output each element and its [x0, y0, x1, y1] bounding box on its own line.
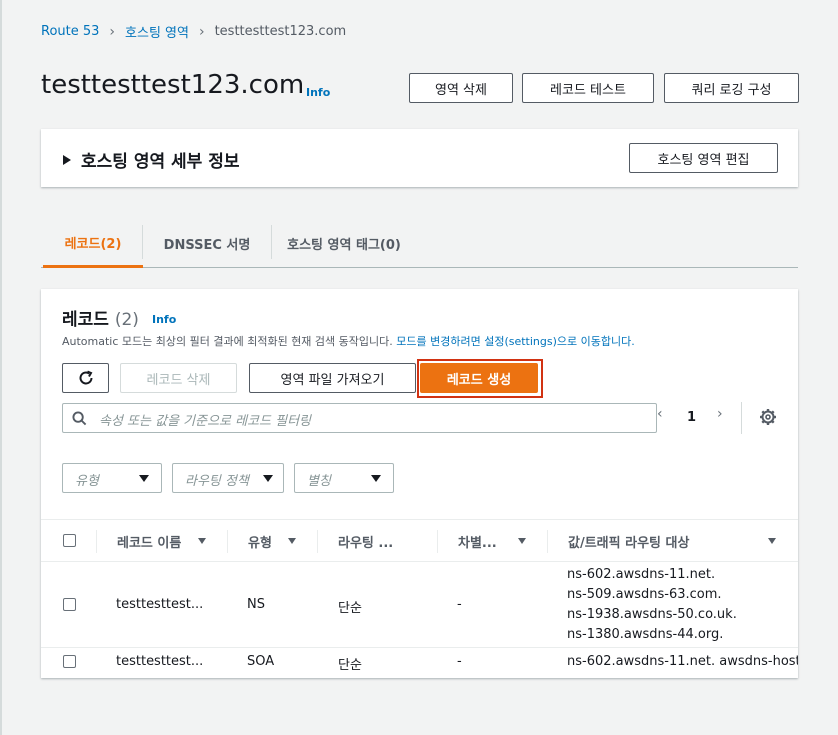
search-icon	[72, 411, 87, 426]
search-placeholder: 속성 또는 값을 기준으로 레코드 필터링	[99, 414, 312, 429]
create-record-highlight	[417, 359, 543, 398]
breadcrumb-hosted-zones[interactable]: 호스팅 영역	[125, 22, 189, 41]
caret-right-icon	[63, 154, 71, 165]
sort-icon[interactable]	[198, 538, 206, 544]
query-logging-button[interactable]: 쿼리 로깅 구성	[664, 73, 799, 103]
record-value: ns-602.awsdns-11.net.	[567, 567, 716, 582]
col-type[interactable]: 유형	[248, 532, 272, 551]
pager-divider	[741, 402, 742, 434]
delete-zone-button[interactable]: 영역 삭제	[409, 73, 513, 103]
record-differentiator: -	[457, 597, 462, 612]
record-type: SOA	[247, 654, 275, 669]
tab-records[interactable]: 레코드(2)	[43, 219, 143, 268]
col-differentiator[interactable]: 차별...	[458, 532, 497, 551]
records-info-link[interactable]: Info	[152, 313, 176, 326]
test-record-button[interactable]: 레코드 테스트	[522, 73, 654, 103]
routing-filter-label: 라우팅 정책	[185, 474, 249, 489]
records-title: 레코드	[62, 310, 109, 330]
table-row[interactable]: testtesttest... SOA 단순 - ns-602.awsdns-1…	[41, 648, 798, 678]
row-checkbox[interactable]	[63, 598, 76, 611]
alias-filter-label: 별칭	[307, 474, 331, 489]
sort-icon[interactable]	[288, 538, 296, 544]
records-table-header: 레코드 이름 유형 라우팅 ... 차별... 값/트래픽 라우팅 대상	[41, 519, 798, 562]
select-all-checkbox[interactable]	[63, 534, 76, 547]
chevron-right-icon: ›	[198, 23, 205, 40]
record-routing: 단순	[338, 601, 362, 616]
records-count: (2)	[114, 310, 139, 330]
record-name[interactable]: testtesttest...	[116, 597, 203, 612]
column-divider	[317, 530, 318, 553]
table-row[interactable]: testtesttest... NS 단순 - ns-602.awsdns-11…	[41, 562, 798, 648]
left-edge	[0, 0, 2, 735]
record-filter-input[interactable]: 속성 또는 값을 기준으로 레코드 필터링	[62, 403, 657, 433]
record-routing: 단순	[338, 658, 362, 673]
chevron-right-icon: ›	[109, 23, 116, 40]
tab-bar: 레코드(2) DNSSEC 서명 호스팅 영역 태그(0)	[41, 219, 798, 268]
records-header: 레코드 (2)	[62, 305, 139, 330]
column-divider	[437, 530, 438, 553]
type-filter-select[interactable]: 유형	[62, 463, 162, 493]
column-divider	[227, 530, 228, 553]
chevron-right-icon[interactable]: ›	[717, 406, 723, 422]
hosted-zone-details-panel: 호스팅 영역 세부 정보 호스팅 영역 편집	[41, 129, 798, 187]
record-value: ns-1938.awsdns-50.co.uk.	[567, 607, 737, 622]
col-routing[interactable]: 라우팅 ...	[338, 532, 393, 551]
row-checkbox[interactable]	[63, 655, 76, 668]
sort-icon[interactable]	[768, 538, 776, 544]
caret-down-icon	[263, 475, 273, 482]
record-name[interactable]: testtesttest...	[116, 654, 203, 669]
sort-icon[interactable]	[518, 538, 526, 544]
record-type: NS	[247, 597, 265, 612]
routing-policy-filter-select[interactable]: 라우팅 정책	[172, 463, 284, 493]
records-description: Automatic 모드는 최상의 필터 결과에 최적화된 현재 검색 동작입니…	[62, 333, 635, 349]
record-value: ns-602.awsdns-11.net. awsdns-hostmaster.…	[567, 654, 798, 669]
tab-dnssec[interactable]: DNSSEC 서명	[143, 219, 271, 268]
record-value: ns-1380.awsdns-44.org.	[567, 627, 724, 642]
refresh-button[interactable]	[62, 363, 109, 393]
type-filter-label: 유형	[75, 474, 99, 489]
refresh-icon	[79, 370, 92, 385]
record-differentiator: -	[457, 654, 462, 669]
breadcrumb-current: testtesttest123.com	[214, 24, 347, 39]
delete-records-button[interactable]: 레코드 삭제	[120, 363, 237, 393]
page-title: testtesttest123.com	[41, 70, 305, 100]
settings-link[interactable]: 모드를 변경하려면 설정(settings)으로 이동합니다.	[396, 335, 634, 348]
column-divider	[547, 530, 548, 553]
details-title: 호스팅 영역 세부 정보	[81, 152, 240, 172]
breadcrumb: Route 53 › 호스팅 영역 › testtesttest123.com	[41, 22, 347, 42]
caret-down-icon	[371, 475, 381, 482]
edit-hosted-zone-button[interactable]: 호스팅 영역 편집	[629, 143, 778, 173]
page-number[interactable]: 1	[687, 410, 696, 425]
description-text: Automatic 모드는 최상의 필터 결과에 최적화된 현재 검색 동작입니…	[62, 335, 393, 348]
tab-tags[interactable]: 호스팅 영역 태그(0)	[271, 219, 417, 268]
record-values: ns-602.awsdns-11.net. ns-509.awsdns-63.c…	[567, 565, 737, 645]
col-value[interactable]: 값/트래픽 라우팅 대상	[568, 532, 689, 551]
records-panel: 레코드 (2) Info Automatic 모드는 최상의 필터 결과에 최적…	[41, 289, 798, 678]
col-record-name[interactable]: 레코드 이름	[117, 532, 181, 551]
gear-icon[interactable]	[759, 408, 777, 426]
alias-filter-select[interactable]: 별칭	[294, 463, 394, 493]
column-divider	[96, 530, 97, 553]
import-zone-file-button[interactable]: 영역 파일 가져오기	[249, 363, 416, 393]
chevron-left-icon[interactable]: ‹	[657, 406, 663, 422]
title-info-link[interactable]: Info	[306, 86, 330, 99]
breadcrumb-route53[interactable]: Route 53	[41, 24, 99, 39]
details-expander[interactable]: 호스팅 영역 세부 정보	[63, 147, 240, 172]
record-value: ns-509.awsdns-63.com.	[567, 587, 722, 602]
caret-down-icon	[139, 475, 149, 482]
